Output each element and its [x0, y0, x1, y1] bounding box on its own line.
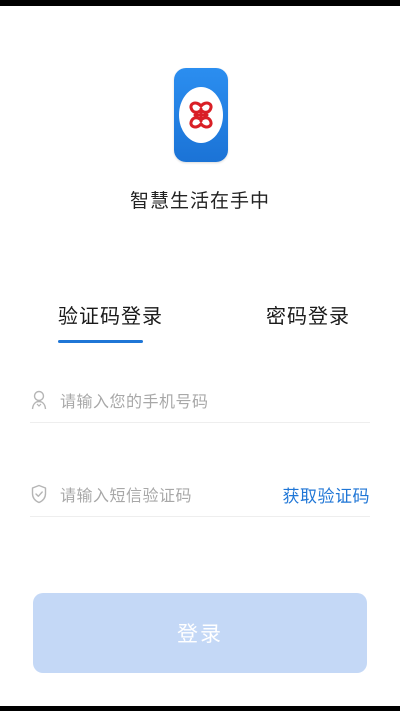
phone-field[interactable]: 请输入您的手机号码: [30, 378, 370, 423]
status-bar: [0, 0, 400, 6]
app-tagline: 智慧生活在手中: [129, 190, 270, 212]
phone-input-placeholder[interactable]: 请输入您的手机号码: [60, 388, 370, 412]
get-code-button[interactable]: 获取验证码: [283, 482, 371, 507]
app-logo: [174, 68, 228, 162]
tab-sms-login[interactable]: 验证码登录: [58, 300, 163, 329]
shield-check-icon: [30, 483, 48, 505]
user-icon: [30, 389, 48, 411]
tab-password-login[interactable]: 密码登录: [266, 300, 350, 329]
sms-code-input-placeholder[interactable]: 请输入短信验证码: [60, 482, 283, 506]
china-unicom-knot-icon: [179, 87, 223, 143]
active-tab-indicator: [58, 340, 143, 343]
sms-code-field[interactable]: 请输入短信验证码 获取验证码: [30, 472, 370, 517]
navigation-bar: [0, 706, 400, 711]
login-button[interactable]: 登录: [33, 593, 367, 673]
